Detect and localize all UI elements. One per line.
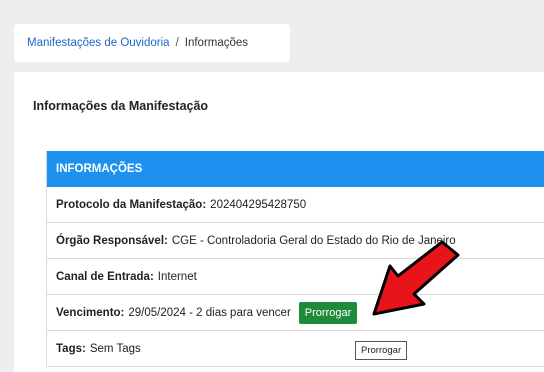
- info-label: Órgão Responsável:: [56, 234, 168, 247]
- red-arrow-icon: [372, 240, 460, 316]
- page-title: Informações da Manifestação: [33, 99, 209, 113]
- info-label: Canal de Entrada:: [56, 270, 154, 283]
- info-value: Sem Tags: [89, 342, 141, 355]
- info-table-header: INFORMAÇÕES: [47, 151, 544, 187]
- info-table: INFORMAÇÕES Protocolo da Manifestação: 2…: [46, 151, 544, 367]
- info-label: Protocolo da Manifestação:: [56, 198, 207, 211]
- info-label: Tags:: [56, 342, 86, 355]
- info-value: Internet: [157, 270, 197, 283]
- prorrogar-tooltip: Prorrogar: [355, 341, 408, 360]
- info-row-orgao: Órgão Responsável: CGE - Controladoria G…: [47, 223, 544, 259]
- breadcrumb-separator: /: [175, 37, 179, 49]
- info-label: Vencimento:: [56, 306, 125, 319]
- info-value: 202404295428750: [210, 198, 307, 211]
- breadcrumb-current: Informações: [184, 37, 249, 49]
- info-row-vencimento: Vencimento: 29/05/2024 - 2 dias para ven…: [47, 295, 544, 331]
- info-row-canal: Canal de Entrada: Internet: [47, 259, 544, 295]
- prorrogar-button[interactable]: Prorrogar: [298, 301, 358, 324]
- breadcrumb-link-manifestacoes[interactable]: Manifestações de Ouvidoria: [27, 37, 170, 49]
- info-row-protocolo: Protocolo da Manifestação: 2024042954287…: [47, 187, 544, 223]
- info-row-tags: Tags: Sem Tags: [47, 331, 544, 367]
- breadcrumb: Manifestações de Ouvidoria / Informações: [14, 24, 290, 62]
- info-value: 29/05/2024 - 2 dias para vencer: [128, 306, 291, 319]
